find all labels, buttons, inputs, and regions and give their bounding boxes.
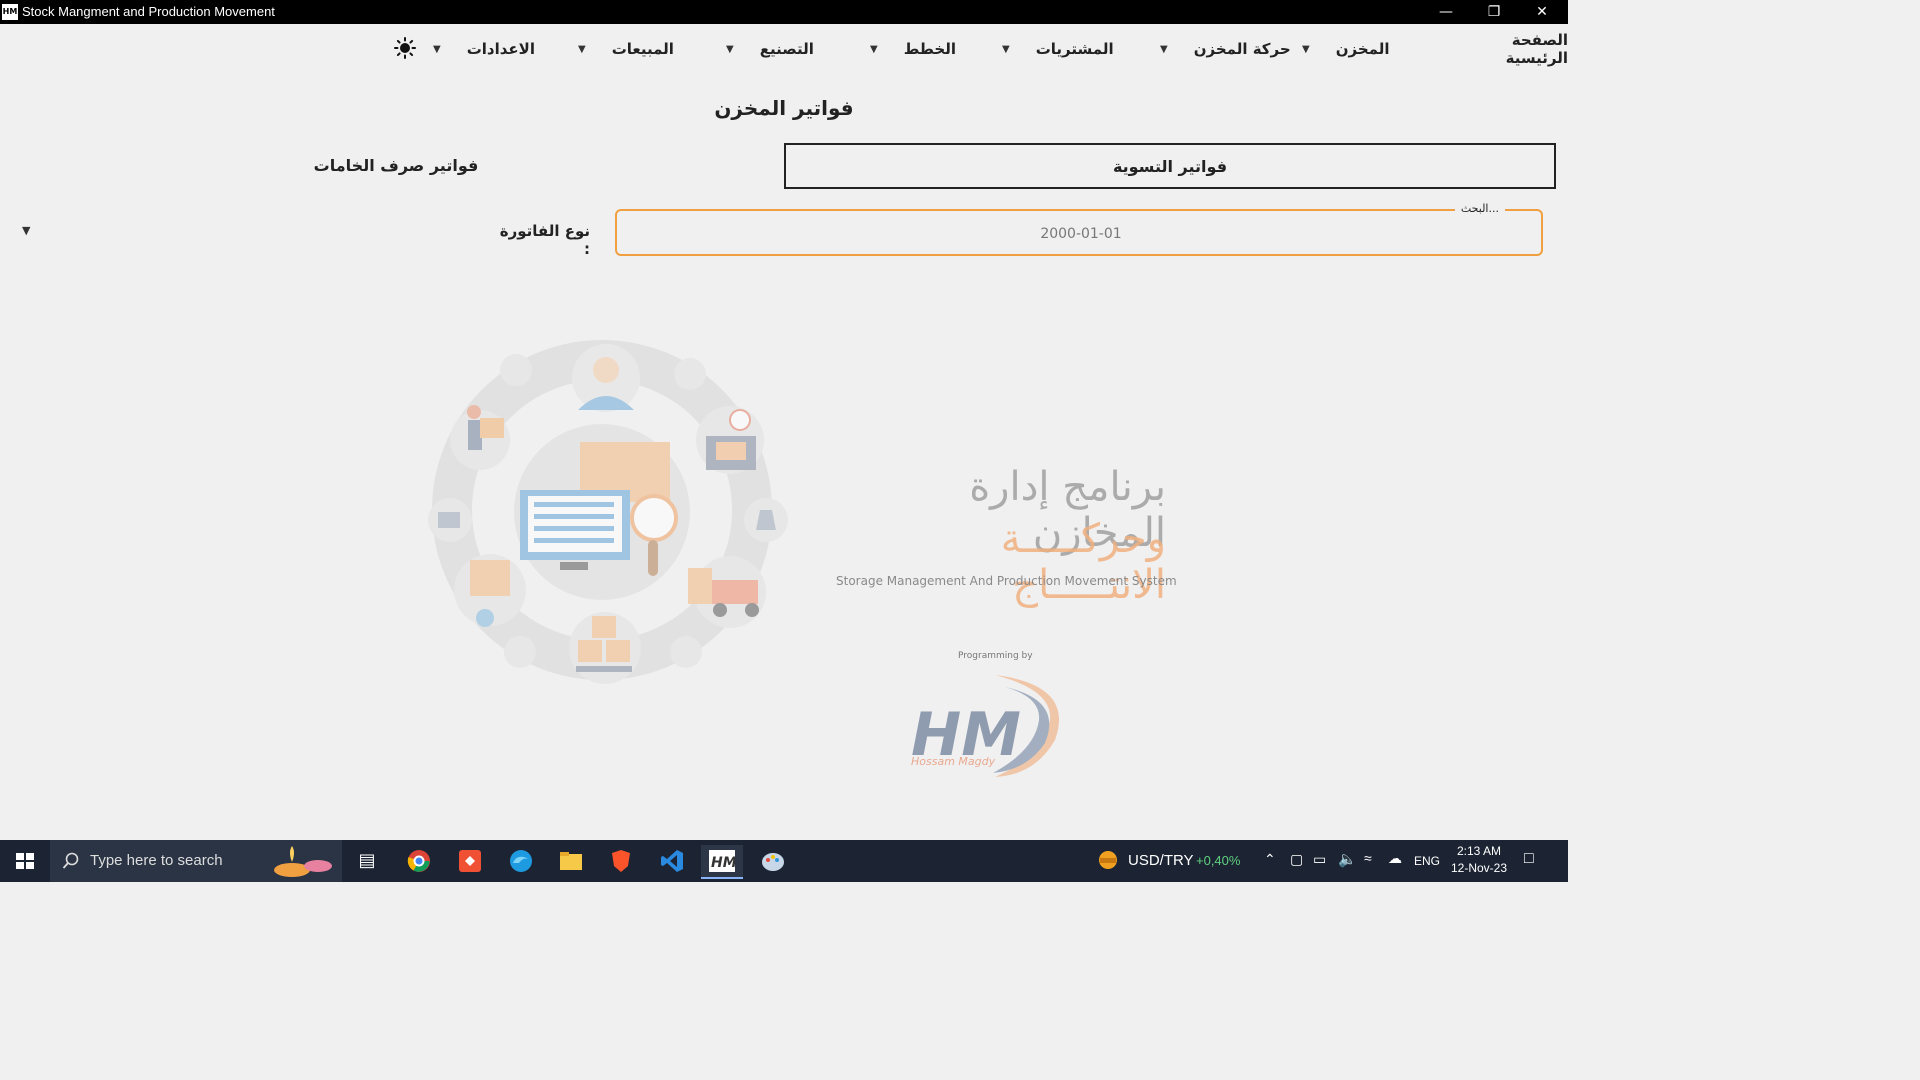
onedrive-icon[interactable]: ☁ xyxy=(1388,850,1402,892)
menu-item-label: الصفحة الرئيسية xyxy=(1505,31,1568,67)
logo-name: Hossam Magdy xyxy=(911,755,996,768)
programmed-by-label: Programming by xyxy=(958,651,1033,661)
minimize-button[interactable]: — xyxy=(1422,0,1470,24)
menu-item-sales[interactable]: المبيعات ▼ xyxy=(578,38,674,60)
volume-icon[interactable]: 🔈 xyxy=(1338,850,1357,892)
menu-item-label: المخزن xyxy=(1335,40,1390,58)
ticker-change: +0,40% xyxy=(1196,853,1241,868)
wifi-icon[interactable]: ≈ xyxy=(1364,850,1372,892)
language-indicator[interactable]: ENG xyxy=(1414,854,1440,896)
chevron-down-icon: ▼ xyxy=(578,43,586,55)
ticker-symbol[interactable]: USD/TRY xyxy=(1128,852,1194,894)
menu-item-label: المشتريات xyxy=(1035,40,1114,58)
device-icon[interactable]: ▢ xyxy=(1290,851,1303,893)
chrome-icon[interactable] xyxy=(398,845,440,877)
windows-start-icon[interactable] xyxy=(0,840,50,882)
show-hidden-icons-icon[interactable]: ⌃ xyxy=(1264,851,1276,893)
menu-item-label: الاعدادات xyxy=(466,40,535,58)
search-icon xyxy=(62,852,79,869)
clock-time: 2:13 AM xyxy=(1456,844,1502,858)
brand-title-line2: وحركـــــة الانتـــــاج xyxy=(1000,516,1166,608)
search-field[interactable]: البحث... xyxy=(615,202,1545,256)
brave-icon[interactable] xyxy=(600,845,642,877)
taskbar: Type here to search ▤ HM USD/TRY +0,40% … xyxy=(0,840,1568,882)
app-icon: HM xyxy=(2,4,18,20)
menu-item-purchases[interactable]: المشتريات ▼ xyxy=(1002,38,1114,60)
weather-icon[interactable] xyxy=(1096,848,1120,890)
menu-item-plans[interactable]: الخطط ▼ xyxy=(870,38,956,60)
hm-logo: HM Hossam Magdy xyxy=(911,675,1059,777)
page-title: فواتير المخزن xyxy=(714,96,854,120)
chevron-down-icon: ▼ xyxy=(1002,43,1010,55)
git-client-icon[interactable] xyxy=(449,845,491,877)
tab-settlement-invoices[interactable]: فواتير التسوية xyxy=(784,143,1556,189)
invoice-type-label: نوع الفاتورة : xyxy=(499,222,590,258)
menu-item-settings[interactable]: الاعدادات ▼ xyxy=(433,38,535,60)
chevron-down-icon: ▼ xyxy=(870,43,878,55)
tab-material-issue-invoices[interactable]: فواتير صرف الخامات xyxy=(10,143,782,189)
chevron-down-icon: ▼ xyxy=(1302,43,1310,55)
sun-icon[interactable] xyxy=(394,37,416,59)
window-titlebar: HM Stock Mangment and Production Movemen… xyxy=(0,0,1568,24)
edge-icon[interactable] xyxy=(500,845,542,877)
close-button[interactable]: ✕ xyxy=(1518,0,1566,24)
chevron-down-icon: ▼ xyxy=(433,43,441,55)
brand-subtitle: Storage Management And Production Moveme… xyxy=(836,574,1177,588)
svg-text:HM: HM xyxy=(711,855,735,871)
vscode-icon[interactable] xyxy=(651,845,693,877)
menu-item-warehouse[interactable]: المخزن ▼ xyxy=(1302,38,1389,60)
search-placeholder: Type here to search xyxy=(90,852,223,869)
clock[interactable]: 2:13 AM 12-Nov-23 xyxy=(1448,844,1510,886)
taskbar-search[interactable]: Type here to search xyxy=(50,840,342,882)
menu-item-stock-movement[interactable]: حركة المخزن ▼ xyxy=(1160,38,1291,60)
paint-icon[interactable] xyxy=(752,845,794,877)
warehouse-illustration xyxy=(428,340,788,684)
hm-app-taskbar-icon[interactable]: HM xyxy=(701,845,743,879)
main-menu: الصفحة الرئيسية المخزن ▼ حركة المخزن ▼ ا… xyxy=(0,24,1568,74)
menu-item-label: المبيعات xyxy=(611,40,674,58)
window-title: Stock Mangment and Production Movement xyxy=(22,4,275,19)
notifications-icon[interactable]: □ xyxy=(1524,850,1534,892)
search-input[interactable] xyxy=(617,211,1545,256)
menu-item-label: حركة المخزن xyxy=(1193,40,1291,58)
clock-date: 12-Nov-23 xyxy=(1450,861,1508,875)
restore-button[interactable]: ❐ xyxy=(1470,0,1518,24)
menu-item-manufacturing[interactable]: التصنيع ▼ xyxy=(726,38,814,60)
task-view-icon[interactable]: ▤ xyxy=(346,845,388,877)
file-explorer-icon[interactable] xyxy=(550,845,592,877)
chevron-down-icon: ▼ xyxy=(1160,43,1168,55)
menu-item-label: التصنيع xyxy=(759,40,814,58)
battery-icon[interactable]: ▭ xyxy=(1313,851,1326,893)
invoice-type-dropdown[interactable]: ▼ xyxy=(22,224,30,237)
chevron-down-icon: ▼ xyxy=(726,43,734,55)
diwali-lamp-icon xyxy=(274,846,332,877)
menu-item-home[interactable]: الصفحة الرئيسية xyxy=(1454,31,1568,67)
menu-item-label: الخطط xyxy=(903,40,956,58)
